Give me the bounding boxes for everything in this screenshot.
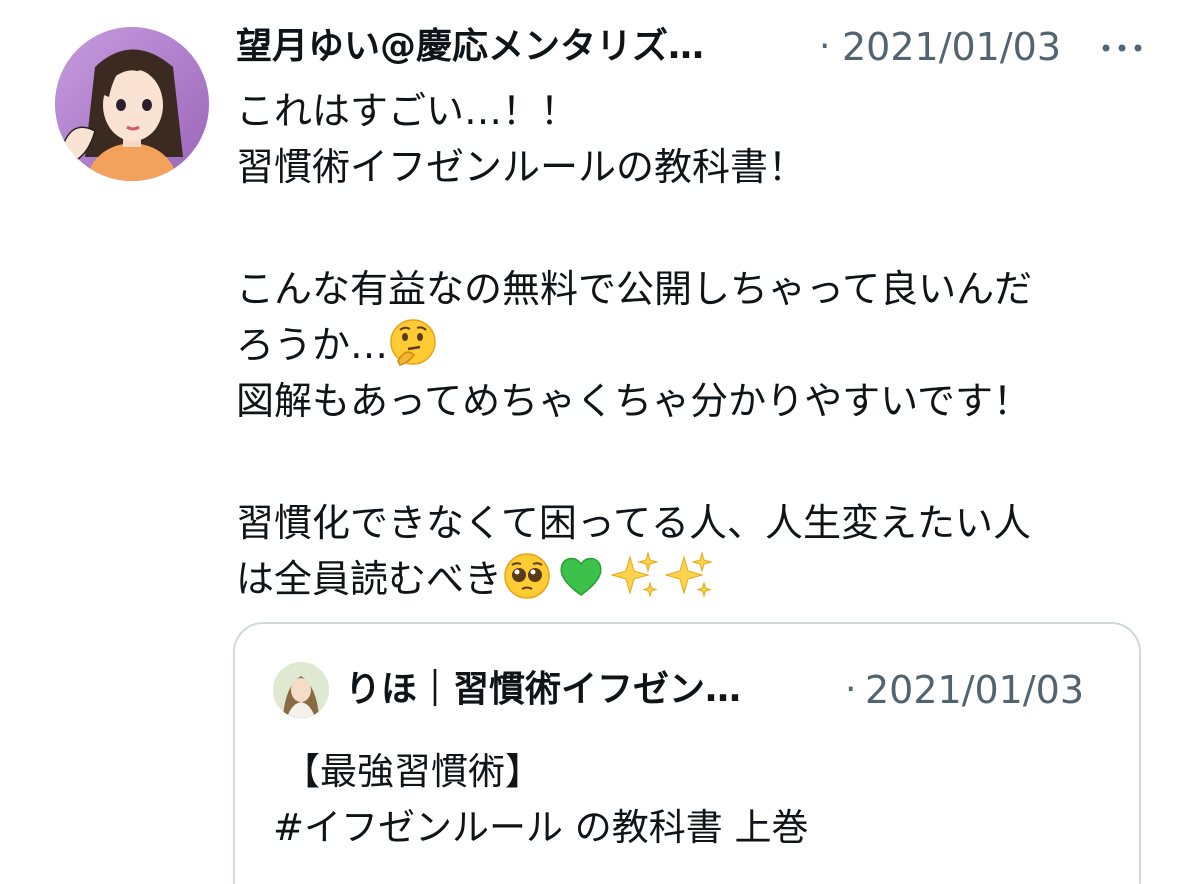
tweet-line-with-emoji: は全員読むべき	[236, 551, 1136, 607]
quoted-line-hashtag[interactable]: #イフゼンルール の教科書 上巻	[273, 800, 1113, 856]
pleading-face-emoji	[502, 551, 552, 601]
tweet-date[interactable]: 2021/01/03	[842, 25, 1061, 69]
author-name[interactable]: 望月ゆい@慶応メンタリズ…	[236, 25, 796, 69]
quoted-tweet-date[interactable]: 2021/01/03	[865, 668, 1084, 712]
separator-dot: ·	[819, 26, 831, 67]
quoted-avatar	[273, 662, 329, 718]
quoted-line: 【最強習慣術】	[283, 750, 542, 793]
quoted-tweet-card[interactable]: りほ｜習慣術イフゼン… · 2021/01/03 【最強習慣術】 #イフゼンルー…	[233, 622, 1141, 884]
green-heart-emoji	[556, 551, 606, 601]
tweet-line: こんな有益なの無料で公開しちゃって良いんだ	[236, 267, 1033, 311]
tweet-line: これはすごい…！！	[236, 89, 579, 133]
thinking-face-emoji	[388, 317, 438, 367]
tweet-header: 望月ゆい@慶応メンタリズ… · 2021/01/03	[236, 22, 1156, 72]
tweet-line-with-emoji: ろうか…	[236, 317, 1136, 373]
quoted-author-name[interactable]: りほ｜習慣術イフゼン…	[345, 668, 815, 712]
tweet-text: これはすごい…！！ 習慣術イフゼンルールの教科書！ こんな有益なの無料で公開しち…	[236, 83, 1136, 607]
tweet-line: 習慣術イフゼンルールの教科書！	[236, 145, 807, 189]
sparkles-emoji	[664, 551, 714, 601]
tweet-line: 図解もあってめちゃくちゃ分かりやすいです！	[236, 379, 1031, 423]
tweet-line-text: は全員読むべき	[236, 557, 503, 601]
quoted-tweet-text: 【最強習慣術】 #イフゼンルール の教科書 上巻	[273, 744, 1113, 856]
tweet-line: 習慣化できなくて困ってる人、人生変えたい人	[236, 501, 1031, 545]
avatar[interactable]	[55, 27, 209, 181]
tweet-line-text: ろうか…	[236, 323, 389, 367]
separator-dot: ·	[845, 669, 857, 710]
ellipsis-icon[interactable]	[1098, 32, 1146, 64]
sparkles-emoji	[610, 551, 660, 601]
